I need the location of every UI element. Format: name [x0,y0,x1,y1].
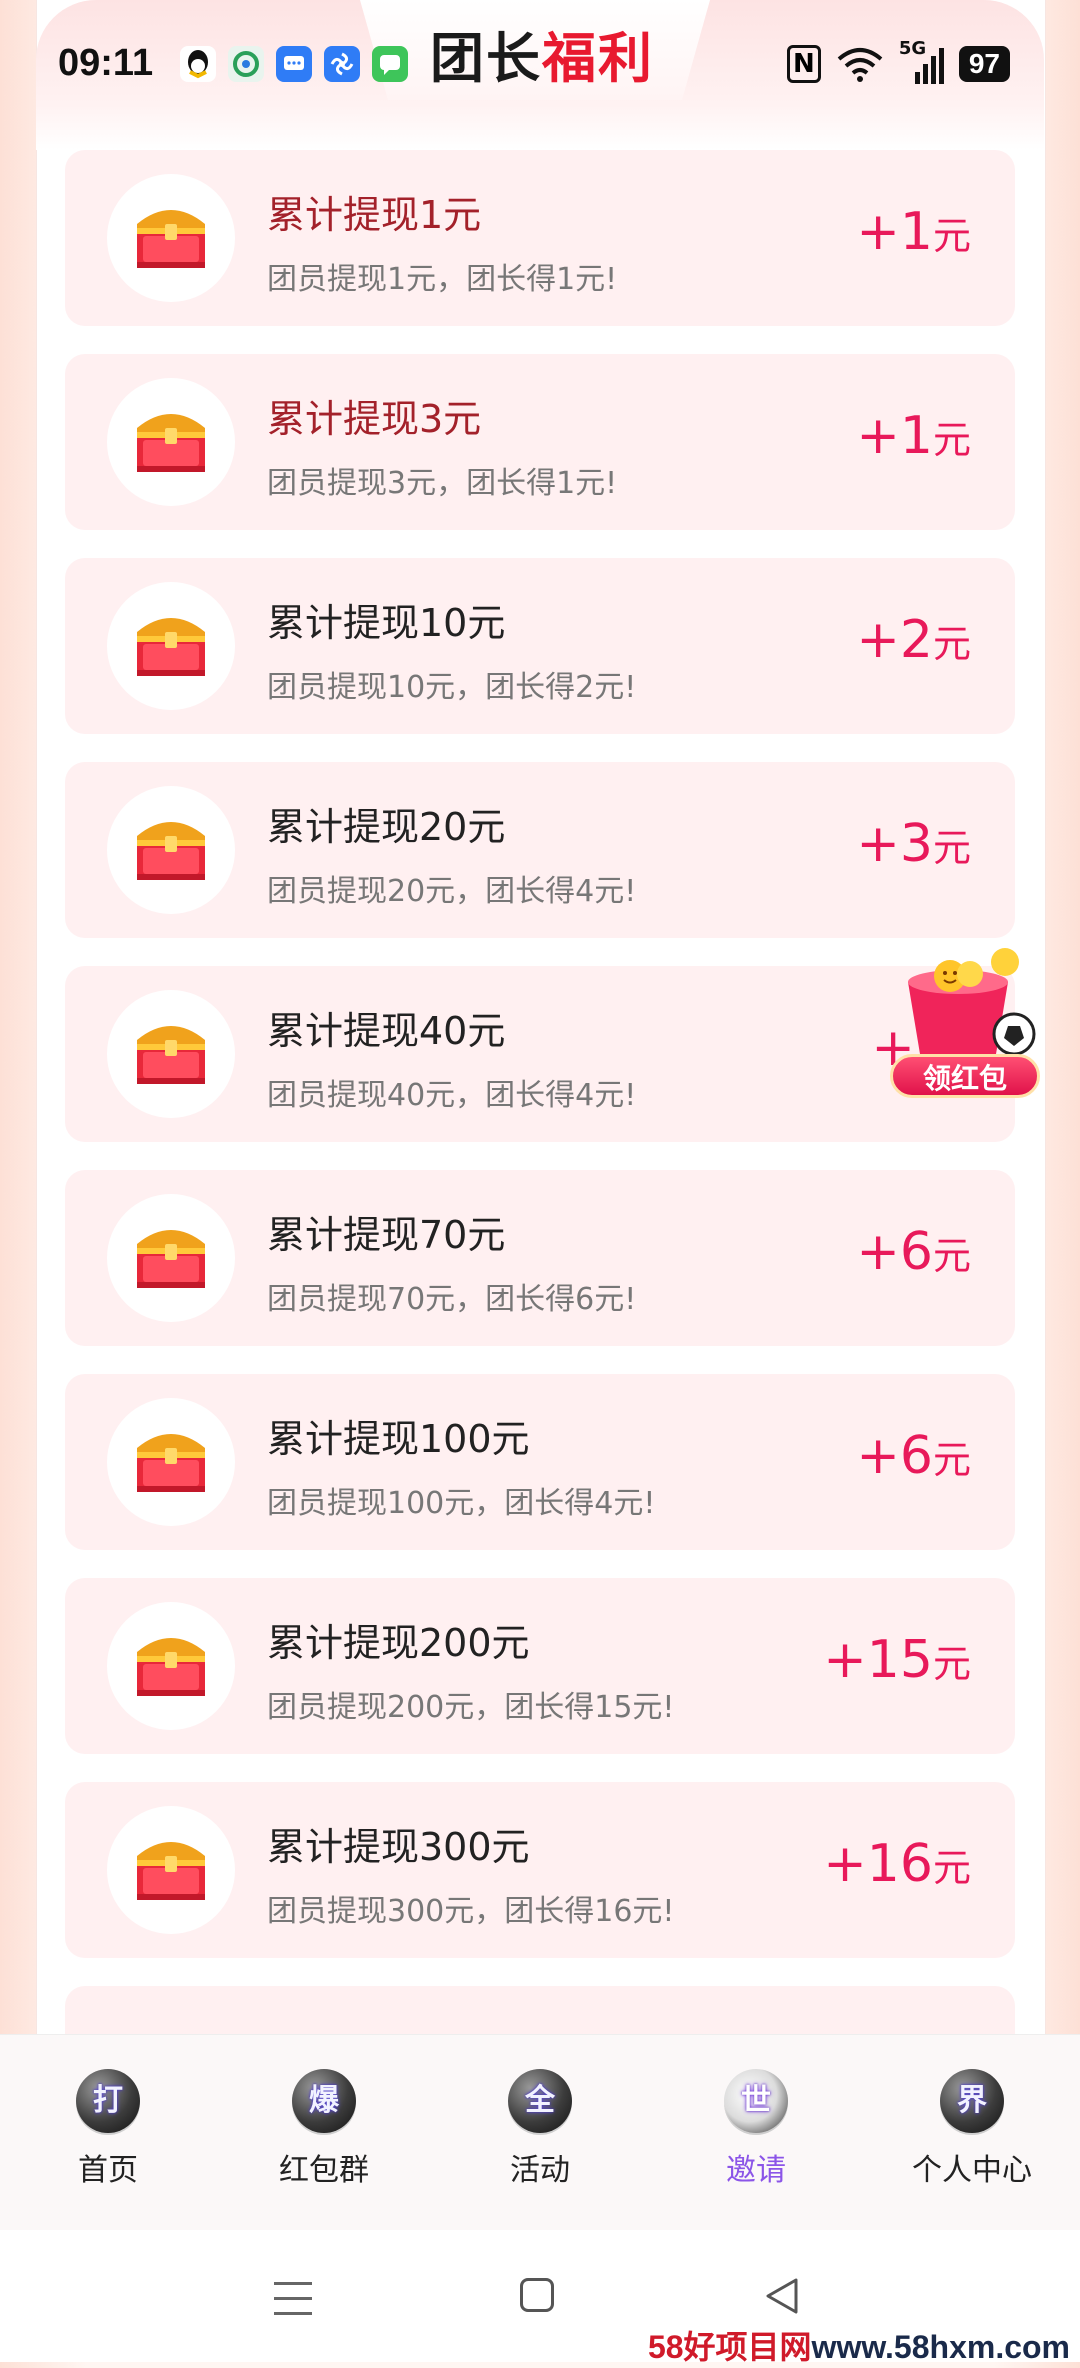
tab-invite[interactable]: 世 邀请 [648,2035,864,2231]
status-time: 09:11 [58,42,154,84]
red-packet-bucket-icon [908,948,1036,1056]
reward-item[interactable]: 累计提现10元 团员提现10元，团长得2元! +2元 [65,558,1015,734]
chest-icon-container [107,174,235,302]
reward-description: 团员提现3元，团长得1元! [267,466,618,501]
billiard-ball-icon: 打 [76,2069,140,2133]
reward-item[interactable]: 累计提现1元 团员提现1元，团长得1元! +1元 [65,150,1015,326]
wifi-icon [837,48,883,82]
reward-amount: +1元 [856,406,971,466]
reward-item[interactable]: 累计提现100元 团员提现100元，团长得4元! +6元 [65,1374,1015,1550]
reward-amount: +15元 [823,1630,971,1690]
reward-item[interactable]: 累计提现20元 团员提现20元，团长得4元! +3元 [65,762,1015,938]
billiard-ball-icon: 爆 [292,2069,356,2133]
reward-description: 团员提现10元，团长得2元! [267,670,637,705]
reward-amount: +3元 [856,814,971,874]
treasure-chest-icon [137,210,205,268]
reward-title: 累计提现70元 [267,1213,506,1257]
treasure-chest-icon [137,1638,205,1696]
reward-title: 累计提现20元 [267,805,506,849]
home-icon[interactable] [520,2278,554,2312]
reward-description: 团员提现100元，团长得4元! [267,1486,656,1521]
treasure-chest-icon [137,1842,205,1900]
tab-label: 活动 [510,2153,570,2188]
reward-title: 累计提现10元 [267,601,506,645]
reward-item[interactable]: 累计提现70元 团员提现70元，团长得6元! +6元 [65,1170,1015,1346]
chest-icon-container [107,1194,235,1322]
red-packet-label: 领红包 [890,1054,1040,1098]
chest-icon-container [107,990,235,1118]
reward-description: 团员提现70元，团长得6元! [267,1282,637,1317]
chest-icon-container [107,1602,235,1730]
reward-description: 团员提现200元，团长得15元! [267,1690,675,1725]
title-part-1: 团长 [430,27,542,90]
bottom-tab-bar: 打 首页 爆 红包群 全 活动 世 邀请 界 个人中心 [0,2034,1080,2231]
reward-title: 累计提现100元 [267,1417,530,1461]
tab-label: 红包群 [279,2153,369,2188]
tab-activity[interactable]: 全 活动 [432,2035,648,2231]
signal-icon: 5G [899,38,945,84]
treasure-chest-icon [137,1434,205,1492]
tab-home[interactable]: 打 首页 [0,2035,216,2231]
nfc-icon: N [786,45,821,83]
mobile-operator-icon [228,46,264,82]
soccer-ball-icon: 世 [724,2069,788,2133]
chest-icon-container [107,378,235,506]
menu-icon[interactable] [274,2282,312,2327]
reward-amount: +6元 [856,1426,971,1486]
tab-label: 首页 [78,2153,138,2188]
back-icon[interactable] [762,2276,802,2316]
reward-amount: +2元 [856,610,971,670]
billiard-ball-icon: 界 [940,2069,1004,2133]
reward-title: 累计提现300元 [267,1825,530,1869]
reward-description: 团员提现300元，团长得16元! [267,1894,675,1929]
billiard-ball-icon: 全 [508,2069,572,2133]
reward-item[interactable]: 累计提现3元 团员提现3元，团长得1元! +1元 [65,354,1015,530]
reward-item[interactable]: 累计提现40元 团员提现40元，团长得4元! + [65,966,1015,1142]
treasure-chest-icon [137,1026,205,1084]
chest-icon-container [107,1806,235,1934]
treasure-chest-icon [137,1230,205,1288]
reward-description: 团员提现1元，团长得1元! [267,262,618,297]
qq-icon [180,46,216,82]
chest-icon-container [107,786,235,914]
treasure-chest-icon [137,822,205,880]
reward-item[interactable]: 累计提现200元 团员提现200元，团长得15元! +15元 [65,1578,1015,1754]
reward-title: 累计提现40元 [267,1009,506,1053]
chest-icon-container [107,1398,235,1526]
reward-description: 团员提现40元，团长得4元! [267,1078,637,1113]
reward-title: 累计提现1元 [267,193,482,237]
reward-item[interactable]: 累计提现300元 团员提现300元，团长得16元! +16元 [65,1782,1015,1958]
treasure-chest-icon [137,618,205,676]
chest-icon-container [107,582,235,710]
fan-app-icon [324,46,360,82]
reward-amount: +6元 [856,1222,971,1282]
reward-amount: +16元 [823,1834,971,1894]
watermark: 58好项目网www.58hxm.com [647,2329,1070,2365]
battery-indicator: 97 [958,46,1010,82]
reward-title: 累计提现3元 [267,397,482,441]
message-icon [276,46,312,82]
reward-amount: +1元 [856,202,971,262]
wechat-message-icon [372,46,408,82]
treasure-chest-icon [137,414,205,472]
title-part-2: 福利 [542,27,654,90]
reward-title: 累计提现200元 [267,1621,530,1665]
tab-profile[interactable]: 界 个人中心 [864,2035,1080,2231]
tab-label: 邀请 [726,2153,786,2188]
reward-description: 团员提现20元，团长得4元! [267,874,637,909]
status-indicators: N 5G 97 [786,38,1010,84]
tab-label: 个人中心 [912,2153,1032,2188]
red-packet-float-button[interactable]: 领红包 [890,942,1050,1102]
tab-red-packet-group[interactable]: 爆 红包群 [216,2035,432,2231]
page-title: 团长福利 [430,14,654,93]
